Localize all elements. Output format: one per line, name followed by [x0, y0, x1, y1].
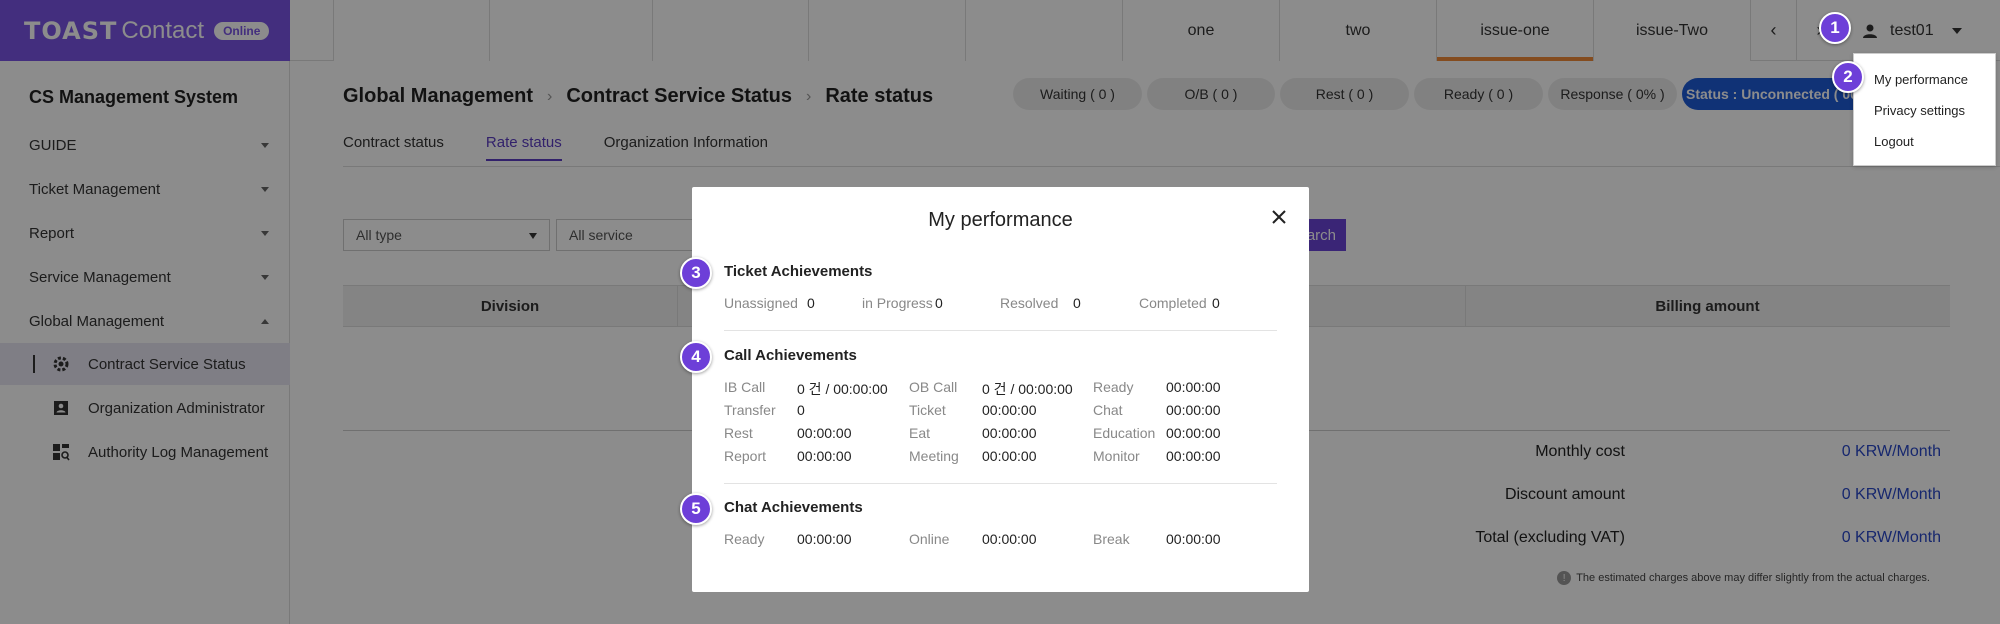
- ticket-label: Ticket: [909, 402, 946, 418]
- ticket-value: 00:00:00: [982, 402, 1037, 418]
- step-badge-4: 4: [680, 341, 712, 373]
- completed-value: 0: [1212, 295, 1220, 311]
- step-badge-1: 1: [1819, 12, 1851, 44]
- in-progress-label: in Progress: [862, 295, 933, 311]
- resolved-value: 0: [1073, 295, 1081, 311]
- monitor-value: 00:00:00: [1166, 448, 1221, 464]
- menu-item-privacy-settings[interactable]: Privacy settings: [1874, 103, 1965, 118]
- divider: [724, 330, 1277, 331]
- monitor-label: Monitor: [1093, 448, 1140, 464]
- ob-call-label: OB Call: [909, 379, 958, 395]
- my-performance-modal: My performance Ticket Achievements Unass…: [692, 187, 1309, 592]
- close-icon[interactable]: [1269, 207, 1289, 227]
- in-progress-value: 0: [935, 295, 943, 311]
- resolved-label: Resolved: [1000, 295, 1059, 311]
- menu-item-my-performance[interactable]: My performance: [1874, 72, 1968, 87]
- eat-value: 00:00:00: [982, 425, 1037, 441]
- step-badge-3: 3: [680, 257, 712, 289]
- eat-label: Eat: [909, 425, 931, 441]
- completed-label: Completed: [1139, 295, 1207, 311]
- education-label: Education: [1093, 425, 1156, 441]
- ob-call-value: 0 건 / 00:00:00: [982, 381, 1073, 397]
- unassigned-value: 0: [807, 295, 815, 311]
- unassigned-label: Unassigned: [724, 295, 798, 311]
- education-value: 00:00:00: [1166, 425, 1221, 441]
- chat-label: Chat: [1093, 402, 1123, 418]
- rest-label: Rest: [724, 425, 753, 441]
- meeting-label: Meeting: [909, 448, 959, 464]
- chat-value: 00:00:00: [1166, 402, 1221, 418]
- chat-achievements-title: Chat Achievements: [724, 499, 863, 516]
- ib-call-label: IB Call: [724, 379, 766, 395]
- ready-label: Ready: [1093, 379, 1134, 395]
- chat-ready-value: 00:00:00: [797, 531, 852, 547]
- call-achievements-title: Call Achievements: [724, 347, 857, 364]
- modal-title: My performance: [928, 209, 1073, 231]
- transfer-label: Transfer: [724, 402, 776, 418]
- chat-break-value: 00:00:00: [1166, 531, 1221, 547]
- chat-break-label: Break: [1093, 531, 1130, 547]
- menu-item-logout[interactable]: Logout: [1874, 134, 1914, 149]
- meeting-value: 00:00:00: [982, 448, 1037, 464]
- step-badge-2: 2: [1832, 61, 1864, 93]
- report-value: 00:00:00: [797, 448, 852, 464]
- chat-online-value: 00:00:00: [982, 531, 1037, 547]
- chat-online-label: Online: [909, 531, 950, 547]
- ready-value: 00:00:00: [1166, 379, 1221, 395]
- ticket-achievements-title: Ticket Achievements: [724, 263, 873, 280]
- ib-call-value: 0 건 / 00:00:00: [797, 381, 888, 397]
- divider: [724, 483, 1277, 484]
- user-dropdown-menu: My performance Privacy settings Logout: [1853, 53, 1996, 166]
- step-badge-5: 5: [680, 493, 712, 525]
- rest-value: 00:00:00: [797, 425, 852, 441]
- chat-ready-label: Ready: [724, 531, 765, 547]
- report-label: Report: [724, 448, 767, 464]
- transfer-value: 0: [797, 402, 805, 418]
